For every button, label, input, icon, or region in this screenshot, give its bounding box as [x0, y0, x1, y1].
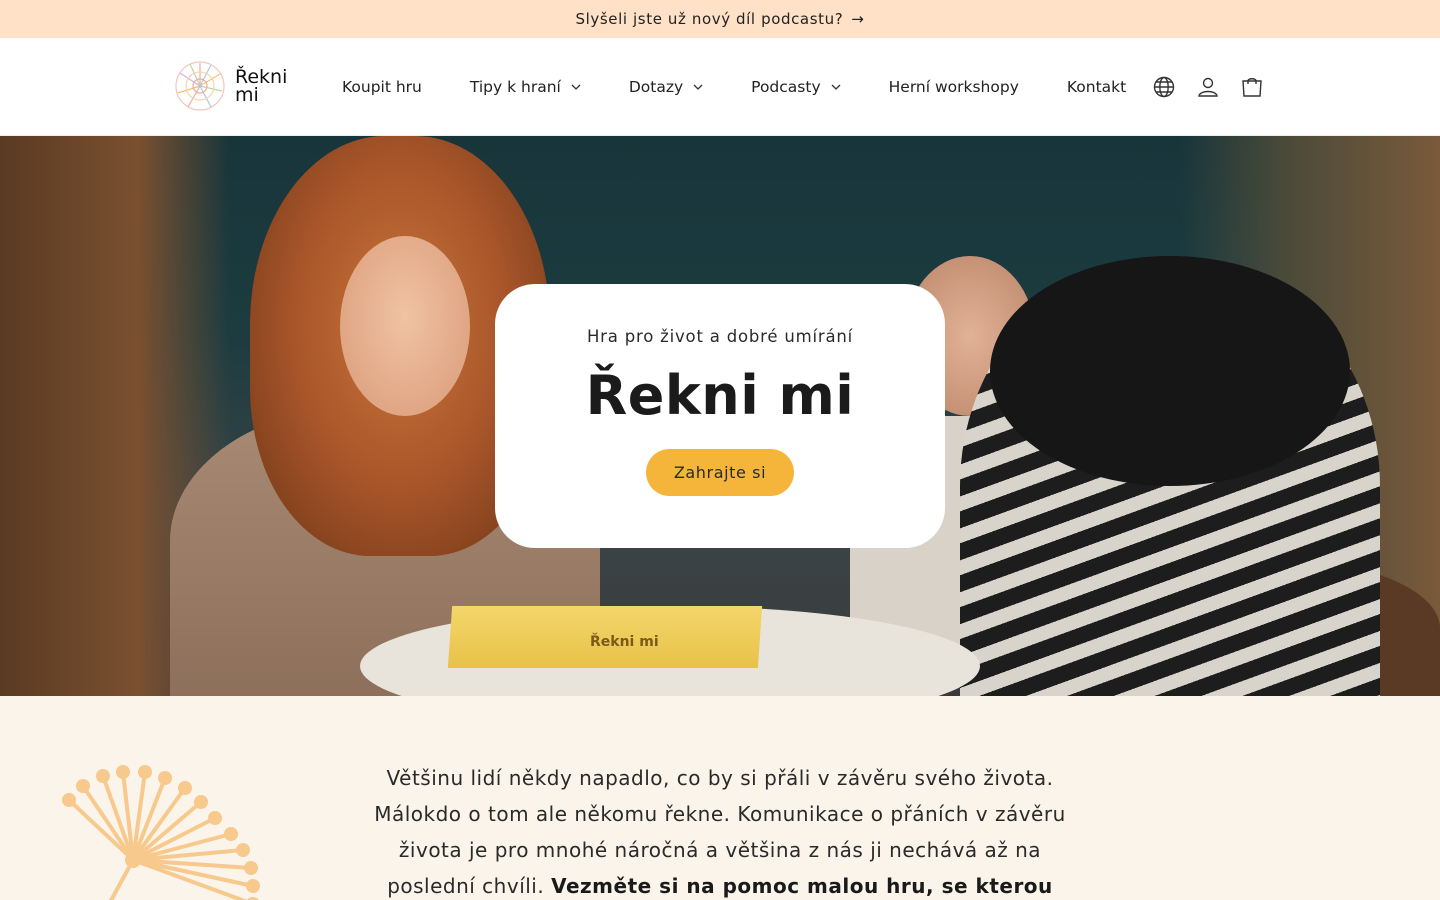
header-icons — [1150, 38, 1282, 136]
announcement-bar[interactable]: Slyšeli jste už nový díl podcastu? → — [0, 0, 1440, 38]
hero-section: Řekni mi Hra pro život a dobré umírání Ř… — [0, 136, 1440, 696]
logo-wordmark: Řekni mi — [235, 68, 287, 106]
nav-label[interactable]: Kontakt — [1067, 78, 1126, 96]
nav-item-kontakt[interactable]: Kontakt — [1067, 78, 1126, 96]
announcement-text[interactable]: Slyšeli jste už nový díl podcastu? — [576, 10, 844, 28]
account-icon[interactable] — [1194, 73, 1222, 101]
main-nav: Koupit hru Tipy k hraní Dotazy Podcasty … — [342, 38, 1174, 136]
nav-label[interactable]: Herní workshopy — [889, 78, 1019, 96]
intro-section: Většinu lidí někdy napadlo, co by si přá… — [0, 696, 1440, 900]
hero-card: Hra pro život a dobré umírání Řekni mi Z… — [495, 284, 945, 548]
chevron-down-icon[interactable] — [693, 82, 703, 92]
hero-title: Řekni mi — [585, 364, 855, 427]
arrow-right-icon[interactable]: → — [851, 10, 864, 28]
hero-photo-person-hair — [990, 256, 1350, 486]
nav-item-dotazy[interactable]: Dotazy — [629, 78, 703, 96]
chevron-down-icon[interactable] — [571, 82, 581, 92]
nav-label[interactable]: Koupit hru — [342, 78, 422, 96]
globe-icon[interactable] — [1150, 73, 1178, 101]
nav-label[interactable]: Dotazy — [629, 78, 683, 96]
cart-icon[interactable] — [1238, 73, 1266, 101]
intro-paragraph: Většinu lidí někdy napadlo, co by si přá… — [360, 760, 1080, 900]
dandelion-illustration — [62, 765, 260, 900]
hero-photo-woman-face — [340, 236, 470, 416]
nav-label[interactable]: Podcasty — [751, 78, 820, 96]
logo-flower-icon — [175, 61, 225, 111]
play-button[interactable]: Zahrajte si — [646, 449, 794, 496]
nav-item-herni-workshopy[interactable]: Herní workshopy — [889, 78, 1019, 96]
logo-line-2: mi — [235, 84, 259, 106]
nav-item-koupit-hru[interactable]: Koupit hru — [342, 78, 422, 96]
nav-item-podcasty[interactable]: Podcasty — [751, 78, 841, 96]
chevron-down-icon[interactable] — [831, 82, 841, 92]
intro-bold-text: Vezměte si na pomoc malou hru, se kterou — [551, 874, 1053, 898]
site-header: Řekni mi Koupit hru Tipy k hraní Dotazy … — [0, 38, 1440, 136]
nav-item-tipy-k-hrani[interactable]: Tipy k hraní — [470, 78, 581, 96]
nav-label[interactable]: Tipy k hraní — [470, 78, 561, 96]
hero-subtitle: Hra pro život a dobré umírání — [586, 327, 854, 346]
game-box-label: Řekni mi — [590, 634, 659, 650]
logo[interactable]: Řekni mi — [173, 58, 293, 114]
